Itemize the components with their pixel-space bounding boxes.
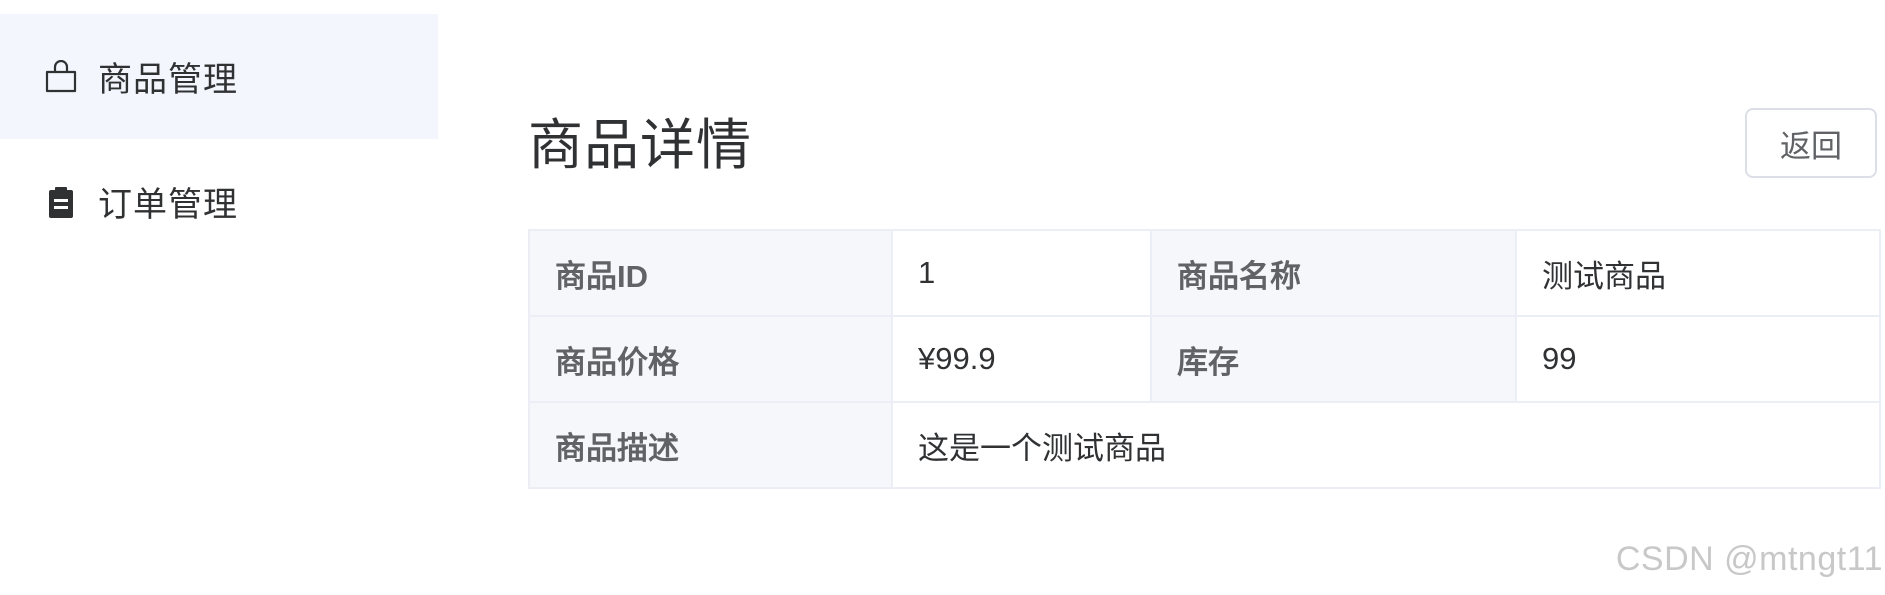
table-row: 商品价格 ¥99.9 库存 99 <box>528 315 1881 403</box>
table-row: 商品ID 1 商品名称 测试商品 <box>528 229 1881 317</box>
sidebar-item-label: 商品管理 <box>98 61 238 99</box>
product-description-label: 商品描述 <box>528 401 893 489</box>
product-stock-label: 库存 <box>1150 315 1517 403</box>
shopping-bag-icon <box>44 59 78 94</box>
page-title: 商品详情 <box>528 114 753 176</box>
product-stock-value: 99 <box>1515 315 1881 403</box>
clipboard-icon <box>44 185 78 219</box>
table-row: 商品描述 这是一个测试商品 <box>528 401 1881 489</box>
product-description-value: 这是一个测试商品 <box>891 401 1881 489</box>
watermark: CSDN @mtngt11 <box>1615 540 1883 578</box>
product-name-label: 商品名称 <box>1150 229 1517 317</box>
product-price-label: 商品价格 <box>528 315 893 403</box>
sidebar: 商品管理 订单管理 <box>0 0 438 595</box>
sidebar-item-product-management[interactable]: 商品管理 <box>0 14 438 139</box>
sidebar-item-label: 订单管理 <box>98 186 238 224</box>
product-name-value: 测试商品 <box>1515 229 1881 317</box>
product-id-label: 商品ID <box>528 229 893 317</box>
back-button[interactable]: 返回 <box>1745 108 1877 178</box>
sidebar-item-order-management[interactable]: 订单管理 <box>0 139 438 264</box>
main-content: 商品详情 返回 商品ID 1 商品名称 测试商品 商品价格 ¥99.9 库存 9… <box>528 0 1885 595</box>
product-details-table: 商品ID 1 商品名称 测试商品 商品价格 ¥99.9 库存 99 商品描述 这… <box>528 229 1881 489</box>
product-id-value: 1 <box>891 229 1152 317</box>
product-price-value: ¥99.9 <box>891 315 1152 403</box>
